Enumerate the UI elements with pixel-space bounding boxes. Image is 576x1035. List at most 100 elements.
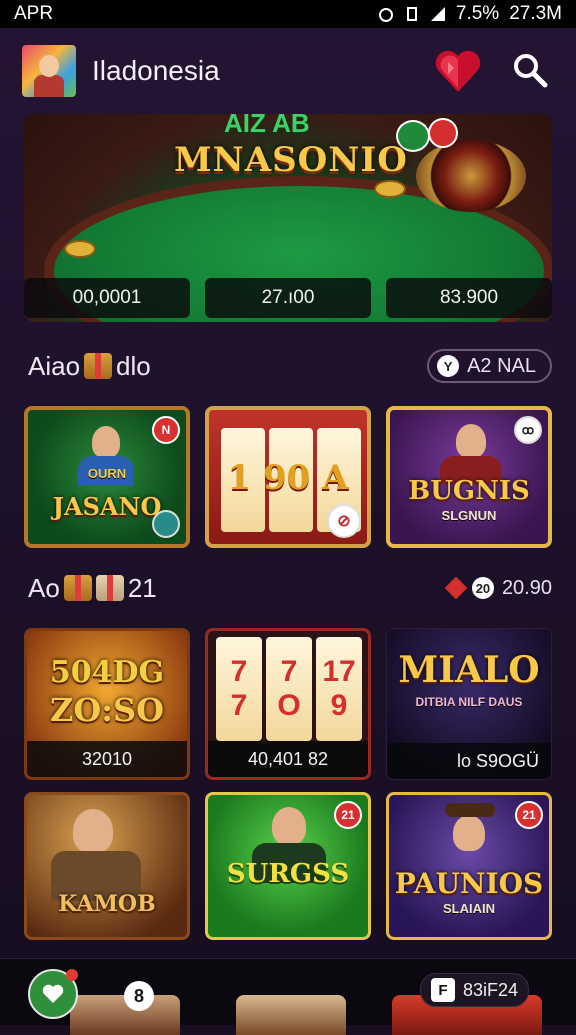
game-card-top-label: OURN xyxy=(87,466,127,481)
game-card-title: PAUNIOS xyxy=(394,867,544,900)
chip-icon xyxy=(428,118,458,148)
games-row-1: OURN JASANO N 1 90 A ⊘ BUGNIS SLGNUN ꝏ xyxy=(24,406,552,548)
game-card-title: 1 90 A xyxy=(227,458,349,498)
reel-symbol: 9 xyxy=(330,689,348,722)
game-card-title: KAMOB xyxy=(58,891,156,917)
status-bar: APR 7.5% 27.3M xyxy=(0,0,576,28)
game-card-badge: N xyxy=(152,416,180,444)
game-card[interactable]: OURN JASANO N xyxy=(24,406,190,548)
page-title: Iladonesia xyxy=(92,55,220,86)
game-card-footer: 40,401 82 xyxy=(208,741,368,777)
status-carrier: APR xyxy=(14,3,54,24)
peek-card[interactable] xyxy=(236,995,346,1035)
reel-symbol: 17 xyxy=(322,655,356,688)
bottom-bar: 8 F 83iF24 xyxy=(0,958,576,1035)
character-art xyxy=(453,815,485,851)
signal-icon xyxy=(430,7,445,21)
search-icon[interactable] xyxy=(512,52,548,88)
section-title-1-right: dlo xyxy=(116,350,151,381)
section-title-2: Ao 21 xyxy=(28,573,157,604)
game-card[interactable]: BUGNIS SLGNUN ꝏ xyxy=(386,406,552,548)
slot-reel: 7 O xyxy=(266,637,312,741)
reel-symbol: 7 xyxy=(230,655,248,688)
section-title-1-left: Aiao xyxy=(28,350,81,381)
hero-title-top: AIZ AB xyxy=(224,114,310,138)
profile-button[interactable]: 8 xyxy=(124,981,154,1011)
roulette-wheel-art xyxy=(416,140,526,212)
section-1-see-all-button[interactable]: Y A2 NAL xyxy=(427,349,552,383)
hero-stat-2: 27.ı00 xyxy=(205,278,371,318)
gem-icon xyxy=(444,576,468,600)
games-row-2: 504DG ZO:SO 32010 7 7 7 O 17 9 40,401 82… xyxy=(24,628,552,780)
heart-gems-icon[interactable] xyxy=(432,48,484,94)
game-card-badge: 21 xyxy=(334,801,362,829)
section-2-see-all-button[interactable]: 20 20.90 xyxy=(444,576,552,600)
game-card-badge: 21 xyxy=(515,801,543,829)
game-card-title-top: 504DG xyxy=(49,655,165,690)
balance-label: 83iF24 xyxy=(463,979,519,1000)
heart-icon xyxy=(42,984,64,1003)
balance-pill[interactable]: F 83iF24 xyxy=(420,973,530,1007)
game-card-title: SURGSS xyxy=(226,859,350,889)
hero-stats: 00,0001 27.ı00 83.900 xyxy=(24,278,552,322)
character-art xyxy=(272,807,306,845)
character-art xyxy=(92,426,120,458)
reel-symbol: 7 xyxy=(280,655,298,688)
game-card-subtitle: SLAIAIN xyxy=(443,901,495,916)
app-screen: Iladonesia AIZ AB MNASONIO 00,0001 27.ı0… xyxy=(0,28,576,1035)
section-2-right-label: 20.90 xyxy=(501,576,552,599)
game-card-title: MIALO xyxy=(398,649,540,691)
hero-banner[interactable]: AIZ AB MNASONIO 00,0001 27.ı00 83.900 xyxy=(24,114,552,322)
game-card-title: ZO:SO xyxy=(49,691,165,729)
character-art xyxy=(456,424,486,458)
hat-art xyxy=(445,803,495,817)
section-header-1: Aiao dlo Y A2 NAL xyxy=(28,346,552,386)
game-card[interactable]: PAUNIOS SLAIAIN 21 xyxy=(386,792,552,940)
game-card-badge: ⊘ xyxy=(327,504,361,538)
avatar[interactable] xyxy=(22,45,76,97)
vibrate-icon xyxy=(406,7,417,21)
alarm-icon xyxy=(378,8,393,22)
chip-icon xyxy=(374,180,406,198)
menu-icon: F xyxy=(431,978,455,1002)
section-1-pill-label: A2 NAL xyxy=(467,354,536,377)
slot-reel: 17 9 xyxy=(316,637,362,741)
app-header: Iladonesia xyxy=(22,44,558,98)
gift-icon xyxy=(63,575,92,601)
section-title-1: Aiao dlo xyxy=(28,351,151,382)
game-card[interactable]: 1 90 A ⊘ xyxy=(205,406,371,548)
hero-stat-1: 00,0001 xyxy=(24,278,190,318)
reel-symbol: 7 xyxy=(230,689,248,722)
game-card[interactable]: KAMOB xyxy=(24,792,190,940)
section-title-2-left: Ao xyxy=(28,572,60,603)
home-button[interactable] xyxy=(28,969,78,1019)
reel-symbol: O xyxy=(277,689,301,722)
slot-reel: 7 7 xyxy=(216,637,262,741)
game-card-subtitle: SLGNUN xyxy=(441,508,497,523)
game-card-subtitle: DITBIA NILF DAUS xyxy=(415,695,523,709)
game-card[interactable]: SURGSS 21 xyxy=(205,792,371,940)
notification-dot xyxy=(66,969,78,981)
chip-icon: 20 xyxy=(471,577,494,599)
section-title-2-right: 21 xyxy=(127,572,157,603)
game-card-badge: ꝏ xyxy=(514,416,542,444)
game-card-footer: lo S9OGÜ xyxy=(387,743,551,779)
gift-icon xyxy=(84,353,113,379)
gift-icon xyxy=(95,575,124,601)
game-card-title: BUGNIS xyxy=(408,476,530,506)
game-card[interactable]: 7 7 7 O 17 9 40,401 82 xyxy=(205,628,371,780)
game-card[interactable]: MIALO DITBIA NILF DAUS lo S9OGÜ xyxy=(386,628,552,780)
filter-icon: Y xyxy=(437,355,460,377)
hero-stat-3: 83.900 xyxy=(386,278,552,318)
status-time: 27.3M xyxy=(509,3,562,24)
chip-icon xyxy=(64,240,96,258)
character-art xyxy=(73,809,113,853)
status-icons: 7.5% 27.3M xyxy=(378,3,562,25)
hero-title: MNASONIO xyxy=(174,140,408,180)
status-battery: 7.5% xyxy=(455,3,500,24)
section-header-2: Ao 21 20 20.90 xyxy=(28,568,552,608)
game-card-footer: 32010 xyxy=(27,741,187,777)
games-row-3: KAMOB SURGSS 21 PAUNIOS SLAIAIN 21 xyxy=(24,792,552,940)
chip-icon xyxy=(152,510,180,538)
game-card[interactable]: 504DG ZO:SO 32010 xyxy=(24,628,190,780)
